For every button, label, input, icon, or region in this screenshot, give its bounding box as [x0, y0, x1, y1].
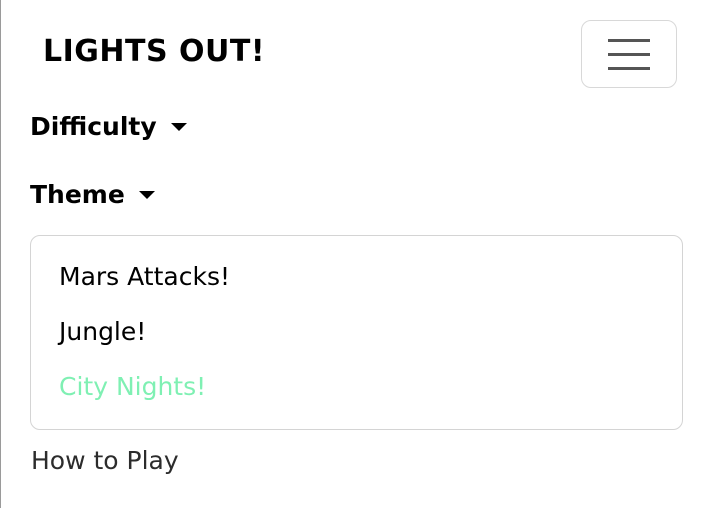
caret-down-icon — [138, 190, 155, 199]
caret-down-icon — [170, 122, 187, 131]
theme-dropdown-menu: Mars Attacks! Jungle! City Nights! — [30, 235, 683, 430]
theme-label: Theme — [30, 180, 125, 209]
theme-option-city-nights[interactable]: City Nights! — [59, 372, 206, 401]
difficulty-label: Difficulty — [30, 112, 157, 141]
navbar-toggle-button[interactable] — [581, 20, 677, 88]
difficulty-dropdown-toggle[interactable]: Difficulty — [30, 112, 187, 141]
theme-option-jungle[interactable]: Jungle! — [59, 317, 146, 346]
hamburger-icon — [608, 39, 650, 70]
theme-option-mars-attacks[interactable]: Mars Attacks! — [59, 262, 230, 291]
theme-dropdown-toggle[interactable]: Theme — [30, 180, 155, 209]
brand-title[interactable]: LIGHTS OUT! — [43, 34, 265, 69]
how-to-play-link[interactable]: How to Play — [31, 446, 179, 475]
page: LIGHTS OUT! Difficulty Theme Mars Attack… — [0, 0, 710, 508]
